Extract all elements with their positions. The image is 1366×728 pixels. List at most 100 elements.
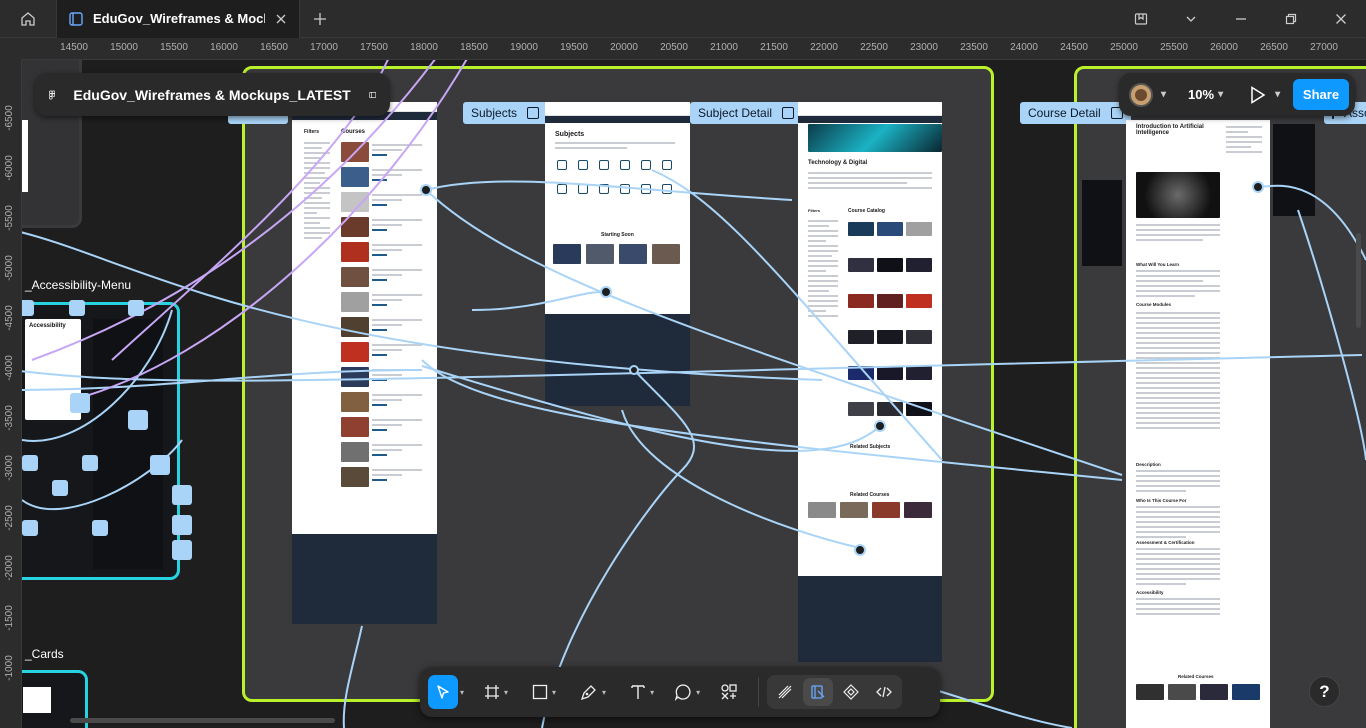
ruler-tick: 22000 bbox=[810, 42, 838, 53]
connector-line bbox=[342, 625, 363, 728]
connector-line bbox=[651, 169, 943, 461]
connector-line bbox=[1257, 184, 1366, 261]
ruler-tick: -1500 bbox=[4, 605, 15, 631]
ruler-tick: 27000 bbox=[1310, 42, 1338, 53]
close-icon[interactable] bbox=[275, 13, 287, 25]
ruler-corner bbox=[0, 38, 22, 60]
ruler-tick: 20000 bbox=[610, 42, 638, 53]
prototype-mode-button[interactable] bbox=[836, 678, 866, 706]
component-instance[interactable] bbox=[172, 540, 192, 560]
ruler-tick: 25500 bbox=[1160, 42, 1188, 53]
chevron-down-icon[interactable]: ▾ bbox=[460, 688, 464, 697]
component-instance[interactable] bbox=[52, 480, 68, 496]
ruler-tick: 21500 bbox=[760, 42, 788, 53]
home-button[interactable] bbox=[0, 0, 56, 38]
book-icon bbox=[1134, 12, 1148, 25]
rectangle-tool-button[interactable]: ▾ bbox=[528, 675, 560, 709]
pen-tool-button[interactable]: ▾ bbox=[576, 675, 610, 709]
minimize-button[interactable] bbox=[1216, 0, 1266, 38]
close-window-button[interactable] bbox=[1316, 0, 1366, 38]
ruler-tick: 18500 bbox=[460, 42, 488, 53]
library-button[interactable] bbox=[1116, 0, 1166, 38]
comment-tool-button[interactable]: ▾ bbox=[670, 675, 704, 709]
component-instance[interactable] bbox=[22, 455, 38, 471]
ruler-tick: 14500 bbox=[60, 42, 88, 53]
design-mode-button[interactable] bbox=[803, 678, 834, 706]
frame-tool-button[interactable]: ▾ bbox=[480, 675, 512, 709]
mode-switcher bbox=[767, 675, 903, 709]
connector-node[interactable] bbox=[600, 286, 612, 298]
component-instance[interactable] bbox=[128, 410, 148, 430]
top-right-controls: ▾ 10% ▾ ▾ Share bbox=[1119, 73, 1355, 116]
chevron-down-icon[interactable]: ▾ bbox=[1275, 89, 1280, 100]
horizontal-scrollbar[interactable] bbox=[70, 718, 335, 723]
present-button[interactable] bbox=[1249, 85, 1267, 104]
text-tool-button[interactable]: ▾ bbox=[626, 675, 658, 709]
ruler-tick: 16500 bbox=[260, 42, 288, 53]
component-instance[interactable] bbox=[172, 515, 192, 535]
component-instance[interactable] bbox=[69, 300, 85, 316]
share-button[interactable]: Share bbox=[1293, 79, 1349, 110]
file-header: EduGov_Wireframes & Mockups_LATEST bbox=[35, 73, 390, 116]
ruler-tick: -1000 bbox=[4, 655, 15, 681]
vertical-scrollbar[interactable] bbox=[1356, 233, 1361, 328]
component-instance[interactable] bbox=[70, 393, 90, 413]
figma-logo-icon[interactable] bbox=[49, 85, 56, 105]
file-tab[interactable]: EduGov_Wireframes & Mockups_l bbox=[56, 0, 300, 38]
actions-button[interactable] bbox=[716, 675, 742, 709]
ruler-tick: -6500 bbox=[4, 105, 15, 131]
sidebar-toggle-icon[interactable] bbox=[368, 88, 376, 102]
ruler-tick: 19000 bbox=[510, 42, 538, 53]
tab-title: EduGov_Wireframes & Mockups_l bbox=[93, 11, 265, 26]
file-name[interactable]: EduGov_Wireframes & Mockups_LATEST bbox=[73, 87, 350, 103]
connector-node[interactable] bbox=[1252, 181, 1264, 193]
ruler-tick: 24500 bbox=[1060, 42, 1088, 53]
menu-dropdown-button[interactable] bbox=[1166, 0, 1216, 38]
help-icon: ? bbox=[1319, 681, 1330, 701]
chevron-down-icon[interactable]: ▾ bbox=[1161, 89, 1166, 100]
avatar[interactable] bbox=[1129, 82, 1153, 107]
help-button[interactable]: ? bbox=[1309, 676, 1340, 707]
connector-line bbox=[425, 189, 1123, 476]
draw-mode-button[interactable] bbox=[770, 678, 800, 706]
component-instance[interactable] bbox=[22, 300, 34, 316]
design-canvas[interactable]: _Accessibility-Menu Accessibility _Cards… bbox=[22, 60, 1366, 728]
chevron-down-icon: ▾ bbox=[650, 687, 655, 697]
home-icon bbox=[21, 11, 35, 26]
connector-line bbox=[22, 354, 1363, 382]
component-instance[interactable] bbox=[128, 300, 144, 316]
restore-button[interactable] bbox=[1266, 0, 1316, 38]
connector-node[interactable] bbox=[854, 544, 866, 556]
ruler-tick: -3000 bbox=[4, 455, 15, 481]
chevron-down-icon: ▾ bbox=[696, 687, 701, 697]
design-file-icon bbox=[69, 11, 83, 26]
restore-icon bbox=[1285, 13, 1297, 24]
ruler-tick: 22500 bbox=[860, 42, 888, 53]
component-instance[interactable] bbox=[22, 520, 38, 536]
component-instance[interactable] bbox=[172, 485, 192, 505]
rectangle-tool-icon bbox=[532, 684, 548, 700]
minimize-icon bbox=[1236, 17, 1246, 20]
ruler-tick: -2500 bbox=[4, 505, 15, 531]
component-instance[interactable] bbox=[92, 520, 108, 536]
zoom-control[interactable]: 10% ▾ bbox=[1188, 87, 1223, 102]
bottom-toolbar: ▾ ▾ ▾ ▾ ▾ ▾ bbox=[420, 667, 940, 717]
component-instance[interactable] bbox=[82, 455, 98, 471]
code-icon bbox=[876, 686, 893, 698]
chevron-down-icon: ▾ bbox=[504, 687, 509, 697]
dev-mode-icon bbox=[843, 684, 859, 700]
connector-node[interactable] bbox=[874, 420, 886, 432]
ruler-tick: -3500 bbox=[4, 405, 15, 431]
dev-mode-button[interactable] bbox=[869, 678, 899, 706]
vertical-ruler: -6500 -6000 -5500 -5000 -4500 -4000 -350… bbox=[0, 60, 22, 728]
zoom-value: 10% bbox=[1188, 87, 1215, 102]
play-icon bbox=[1251, 85, 1266, 104]
new-tab-button[interactable] bbox=[300, 0, 340, 38]
ruler-tick: 16000 bbox=[210, 42, 238, 53]
move-tool-button[interactable] bbox=[428, 675, 458, 709]
connector-node[interactable] bbox=[629, 365, 639, 375]
connector-node[interactable] bbox=[420, 184, 432, 196]
chevron-down-icon: ▾ bbox=[602, 687, 607, 697]
design-mode-icon bbox=[811, 685, 825, 699]
component-instance[interactable] bbox=[150, 455, 170, 475]
